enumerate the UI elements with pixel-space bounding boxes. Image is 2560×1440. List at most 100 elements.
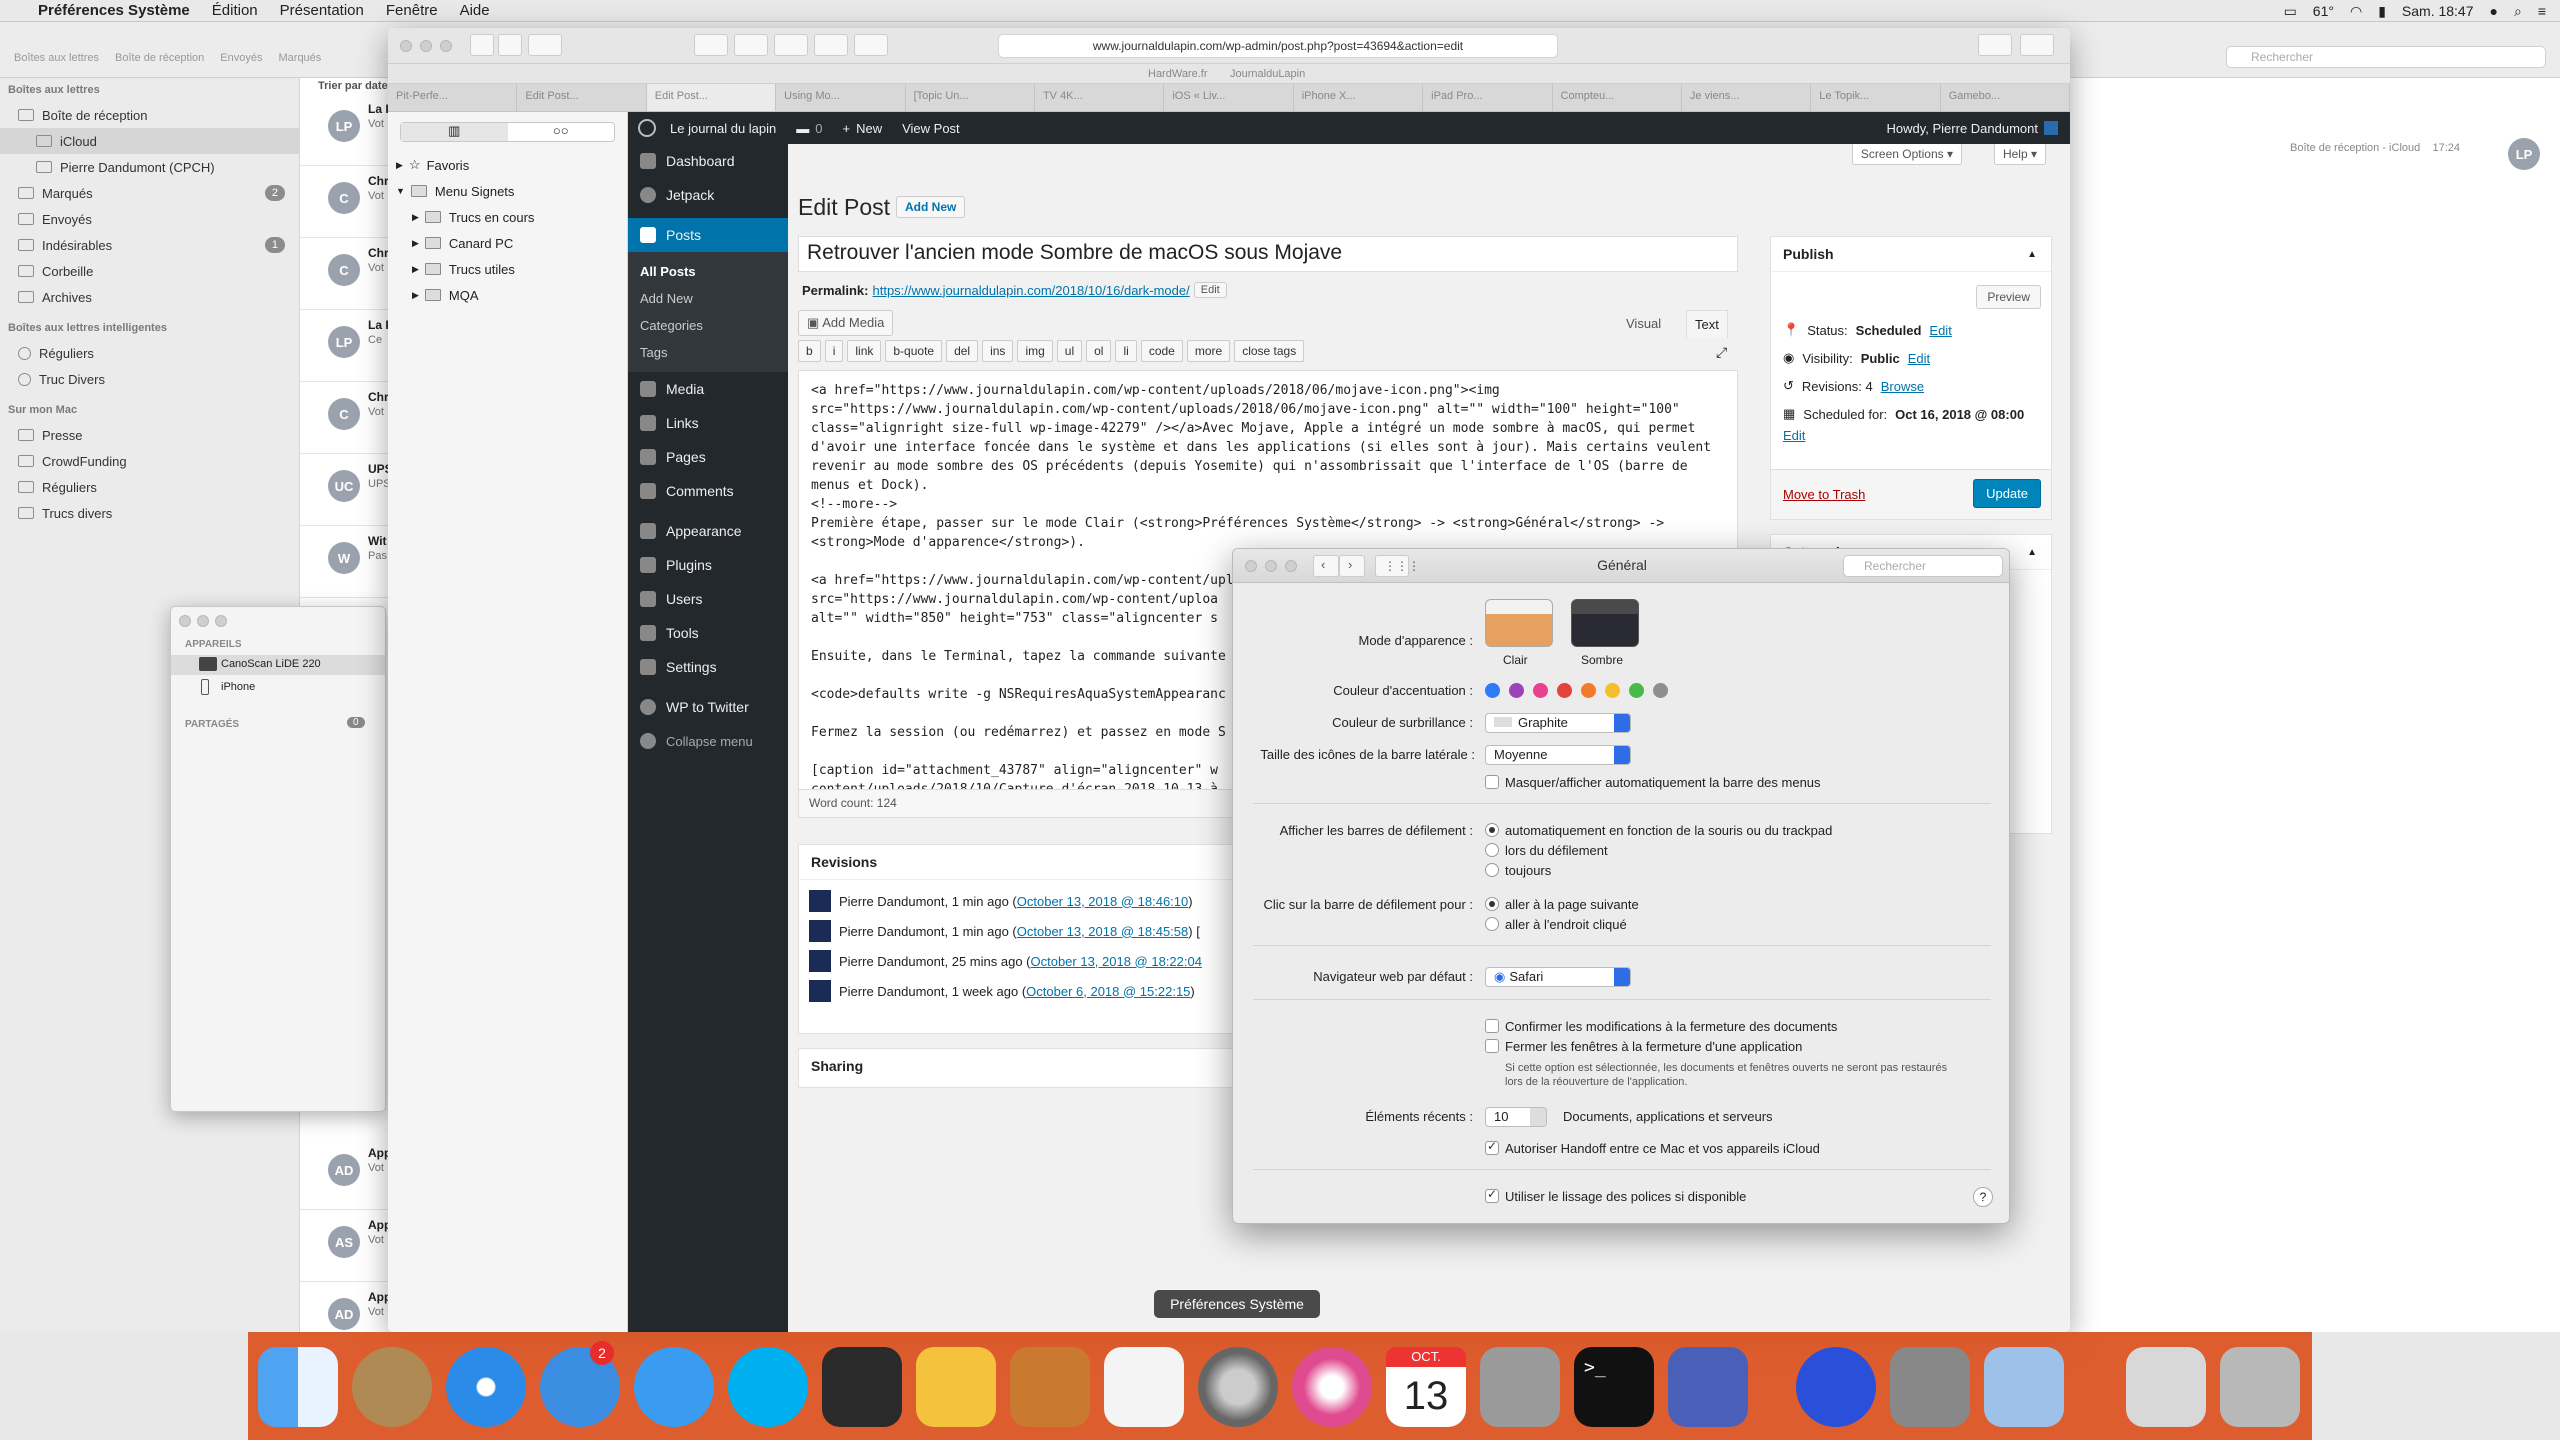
update-button[interactable]: Update <box>1973 479 2041 508</box>
browser-tab[interactable]: Compteu... <box>1553 84 1682 111</box>
itunes-icon[interactable] <box>1292 1347 1372 1427</box>
preview-button[interactable]: Preview <box>1976 285 2041 309</box>
sidebar-toggle-icon[interactable] <box>528 34 562 56</box>
menu-posts[interactable]: Posts <box>628 218 788 252</box>
accent-color-swatch[interactable] <box>1581 683 1596 698</box>
highlight-select[interactable]: Graphite <box>1485 713 1631 733</box>
menu-collapse[interactable]: Collapse menu <box>628 724 788 758</box>
menu-aide[interactable]: Aide <box>460 2 490 19</box>
accent-color-swatch[interactable] <box>1509 683 1524 698</box>
sidebar-item-trucs-divers[interactable]: Trucs divers <box>0 500 299 526</box>
caret-up-icon[interactable]: ▲ <box>2027 249 2037 260</box>
safari-icon[interactable] <box>446 1347 526 1427</box>
accent-color-swatch[interactable] <box>1485 683 1500 698</box>
minimize-button[interactable] <box>420 40 432 52</box>
accent-color-swatch[interactable] <box>1653 683 1668 698</box>
menu-links[interactable]: Links <box>628 406 788 440</box>
wp-site-name[interactable]: Le journal du lapin <box>670 121 776 136</box>
system-preferences-icon[interactable] <box>1198 1347 1278 1427</box>
message-row[interactable]: W Wit Pas <box>300 526 390 598</box>
wp-new[interactable]: New <box>856 121 882 136</box>
comment-icon[interactable]: ▬ <box>796 121 809 136</box>
font-smoothing-checkbox[interactable] <box>1485 1187 1499 1203</box>
browser-tab[interactable]: Je viens... <box>1682 84 1812 111</box>
scrivener-icon[interactable] <box>822 1347 902 1427</box>
bookmark-mqa[interactable]: ▶ MQA <box>388 282 627 308</box>
scroll-always-radio[interactable] <box>1485 863 1499 877</box>
sidebar-item-trash[interactable]: Corbeille <box>0 258 299 284</box>
quicktag-button[interactable]: ul <box>1056 340 1083 362</box>
move-to-trash-link[interactable]: Move to Trash <box>1783 487 1865 502</box>
battery-icon[interactable]: ▮ <box>2378 3 2386 20</box>
fav-hardware[interactable]: HardWare.fr <box>1148 68 1208 80</box>
browser-tab[interactable]: iPhone X... <box>1294 84 1424 111</box>
terminal-icon[interactable]: >_ <box>1574 1347 1654 1427</box>
sidebar-item-reguliers[interactable]: Réguliers <box>0 340 299 366</box>
revision-link[interactable]: October 13, 2018 @ 18:46:10 <box>1017 894 1188 909</box>
menu-appearance[interactable]: Appearance <box>628 514 788 548</box>
wifi-icon[interactable]: ◠ <box>2350 3 2362 20</box>
screen-options-button[interactable]: Screen Options ▾ <box>1851 144 1962 165</box>
tabs-icon[interactable] <box>2020 34 2054 56</box>
trash-icon[interactable] <box>2220 1347 2300 1427</box>
message-row[interactable]: LP La I Ce <box>300 310 390 382</box>
message-row[interactable]: AD App Vot <box>300 1138 390 1210</box>
sidebar-item-sent[interactable]: Envoyés <box>0 206 299 232</box>
browser-tab[interactable]: Le Topik... <box>1811 84 1941 111</box>
browser-tab[interactable]: Using Mo... <box>776 84 906 111</box>
wp-howdy[interactable]: Howdy, Pierre Dandumont <box>1887 121 2039 136</box>
accent-color-swatch[interactable] <box>1629 683 1644 698</box>
filter-flagged[interactable]: Marqués <box>279 52 322 64</box>
accent-color-swatch[interactable] <box>1533 683 1548 698</box>
status-edit-link[interactable]: Edit <box>1929 323 1951 338</box>
add-media-button[interactable]: ▣ Add Media <box>798 310 894 336</box>
display-icon[interactable]: ▭ <box>2284 3 2297 20</box>
filter-mailboxes[interactable]: Boîtes aux lettres <box>14 52 99 64</box>
address-bar[interactable]: www.journaldulapin.com/wp-admin/post.php… <box>998 34 1558 58</box>
close-button[interactable] <box>400 40 412 52</box>
menu-edition[interactable]: Édition <box>212 2 258 19</box>
browse-link[interactable]: Browse <box>1881 379 1924 394</box>
quicktag-button[interactable]: li <box>1115 340 1137 362</box>
rss-icon[interactable] <box>734 34 768 56</box>
device-iphone[interactable]: iPhone <box>221 681 255 693</box>
tab-text[interactable]: Text <box>1686 310 1728 338</box>
notification-icon[interactable]: ≡ <box>2538 3 2546 19</box>
filter-sent[interactable]: Envoyés <box>220 52 262 64</box>
downloads-folder-icon[interactable] <box>2126 1347 2206 1427</box>
sidebar-item-archive[interactable]: Archives <box>0 284 299 310</box>
sidebar-item-flagged[interactable]: Marqués 2 <box>0 180 299 206</box>
bookmarks-tab-icon[interactable]: ▥ <box>401 123 508 141</box>
fullscreen-icon[interactable]: ⤢ <box>1716 344 1727 361</box>
quicktag-button[interactable]: b <box>798 340 821 362</box>
quicktag-button[interactable]: b-quote <box>885 340 943 362</box>
sidebar-item-junk[interactable]: Indésirables 1 <box>0 232 299 258</box>
utility-icon[interactable] <box>1890 1347 1970 1427</box>
reading-list-tab-icon[interactable]: ○○ <box>508 123 615 141</box>
quicktag-button[interactable]: ol <box>1086 340 1112 362</box>
zoom-button[interactable] <box>215 615 227 627</box>
audacity-icon[interactable] <box>1796 1347 1876 1427</box>
download-icon[interactable] <box>1978 34 2012 56</box>
image-capture-icon[interactable] <box>1480 1347 1560 1427</box>
help-button[interactable]: Help ▾ <box>1993 144 2046 165</box>
tab-visual[interactable]: Visual <box>1626 316 1661 331</box>
accent-color-swatch[interactable] <box>1557 683 1572 698</box>
mail-app-icon[interactable] <box>352 1347 432 1427</box>
browser-tab[interactable]: Edit Post... <box>646 84 777 111</box>
scroll-when-scrolling-radio[interactable] <box>1485 843 1499 857</box>
quicktag-button[interactable]: ins <box>982 340 1014 362</box>
calendar-icon[interactable]: OCT. 13 <box>1386 1347 1466 1427</box>
reminders-icon[interactable] <box>1104 1347 1184 1427</box>
menu-tools[interactable]: Tools <box>628 616 788 650</box>
schedule-edit-link[interactable]: Edit <box>1783 428 1805 443</box>
appearance-dark-option[interactable] <box>1571 599 1639 647</box>
browser-tab[interactable]: iPad Pro... <box>1423 84 1553 111</box>
message-row[interactable]: LP La I Vot <box>300 94 390 166</box>
scroll-auto-radio[interactable] <box>1485 823 1499 837</box>
wordpress-logo-icon[interactable] <box>638 119 656 137</box>
menu-media[interactable]: Media <box>628 372 788 406</box>
finder-icon[interactable] <box>258 1347 338 1427</box>
sidebar-item-pcph[interactable]: Pierre Dandumont (CPCH) <box>0 154 299 180</box>
forward-button[interactable] <box>498 34 522 56</box>
